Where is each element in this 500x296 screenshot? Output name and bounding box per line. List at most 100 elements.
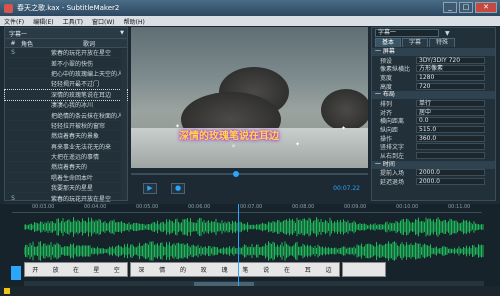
property-row: 像素纵横比 方形像素 (372, 65, 495, 73)
lyric-row[interactable]: 燃烧着春天的 (5, 162, 127, 173)
subtitle-char: 玫 (200, 267, 207, 274)
lyric-row[interactable]: 轻轻揭开最不过门 (5, 79, 127, 90)
row-lyric: 深情的玫瑰笔说在耳边 (51, 91, 112, 99)
lyric-row[interactable]: 大把在遥远的事情 (5, 152, 127, 163)
play-icon: ▶ (147, 184, 153, 192)
lyric-row[interactable]: 把绝情的条云抹在秋面的人 (5, 110, 127, 121)
property-value[interactable]: 2000.0 (416, 177, 485, 185)
ruler-tick: 00:07.00 (240, 204, 263, 210)
timeline: 00:03.00 00:04.00 00:05.00 00:06.00 00:07.00… (0, 204, 500, 296)
property-value[interactable]: 居中 (416, 108, 485, 116)
menu-edit[interactable]: 编辑(E) (33, 17, 53, 26)
menu-bar: 文件(F) 编辑(E) 工具(T) 窗口(W) 帮助(H) (0, 16, 500, 26)
lyric-row[interactable]: 我要那天的星星 (5, 183, 127, 194)
menu-help[interactable]: 帮助(H) (124, 17, 145, 26)
style-select[interactable]: 字幕一 (375, 29, 439, 37)
waveform-right (24, 241, 484, 261)
menu-tools[interactable]: 工具(T) (63, 17, 83, 26)
ruler-tick: 00:05.00 (136, 204, 159, 210)
property-value[interactable]: 3DY/3DIY 720 (416, 56, 485, 64)
property-row: 纵向距 515.0 (372, 125, 495, 134)
property-name: 从右到左 (380, 152, 405, 160)
property-row: 从右到左 (372, 151, 495, 160)
lyric-row[interactable]: 差不小翠的快伤 (5, 58, 127, 69)
lyric-row[interactable]: 把心中的玫瑰编上天空的人 (5, 69, 127, 80)
row-lyric: 我要那天的星星 (51, 185, 94, 193)
menu-file[interactable]: 文件(F) (4, 17, 24, 26)
time-ruler[interactable]: 00:03.00 00:04.00 00:05.00 00:06.00 00:07.00… (12, 204, 482, 213)
status-bar (0, 286, 500, 296)
subtitle-char: 深 (138, 267, 145, 274)
seek-thumb[interactable] (233, 171, 239, 177)
row-lyric: 大把在遥远的事情 (51, 154, 100, 162)
subtitle-char: 情 (159, 267, 166, 274)
property-value[interactable] (416, 151, 485, 159)
timecode: 00:07.22 (333, 184, 360, 192)
marker-icon (4, 288, 10, 294)
row-lyric: 燃烧着春天的景象 (51, 133, 100, 141)
playhead[interactable] (238, 204, 239, 296)
property-value[interactable]: 1280 (416, 73, 485, 81)
ruler-tick: 00:08.00 (292, 204, 315, 210)
subtitle-char: 说 (263, 267, 270, 274)
property-value[interactable]: 360.0 (416, 134, 485, 142)
property-value[interactable]: 方形像素 (416, 65, 485, 73)
property-value[interactable]: 720 (416, 82, 485, 90)
property-section[interactable]: 一 屏幕 (372, 48, 495, 56)
lyric-row[interactable]: 凄凄心我的冰川 (5, 100, 127, 111)
lyric-row[interactable]: S 紫春的玩花开放在星空 (5, 48, 127, 59)
lyric-row[interactable]: 轻轻拉开被秋的窗帘 (5, 121, 127, 132)
maximize-button[interactable]: □ (459, 2, 473, 13)
ruler-tick: 00:11.00 (448, 204, 471, 210)
ruler-tick: 00:03.00 (32, 204, 55, 210)
tab-basic[interactable]: 基本 (375, 38, 402, 47)
subtitle-char: 边 (325, 267, 332, 274)
lyric-row[interactable]: 燃烧着春天的景象 (5, 131, 127, 142)
property-section[interactable]: 一 时间 (372, 160, 495, 169)
subtitle-char: 星 (93, 267, 100, 274)
window-title: 春天之歌.kax - SubtitleMaker2 (17, 4, 120, 12)
dropdown-arrow-icon: ▼ (120, 30, 124, 36)
subtitle-char: 在 (283, 267, 290, 274)
track-select-value: 字幕一 (9, 30, 28, 38)
video-preview[interactable]: ✦ ✦ ✧ ✦ 深情的玫瑰笔说在耳边 (131, 27, 368, 168)
seek-bar[interactable] (131, 171, 368, 177)
lyric-row[interactable]: 唱着生命回本叶 (5, 173, 127, 184)
tab-special[interactable]: 特殊 (429, 38, 456, 47)
menu-window[interactable]: 窗口(W) (92, 17, 115, 26)
ruler-tick: 00:10.00 (396, 204, 419, 210)
subtitle-block[interactable]: 深情的玫瑰笔说在耳边 (130, 262, 340, 277)
subtitle-block[interactable] (342, 262, 386, 277)
play-button[interactable]: ▶ (143, 182, 157, 194)
close-button[interactable]: ✕ (475, 2, 497, 13)
property-value[interactable]: 单行 (416, 100, 485, 108)
property-section[interactable]: 一 布局 (372, 91, 495, 100)
subtitle-track: 开放在星空深情的玫瑰笔说在耳边 (24, 262, 484, 277)
title-bar: 春天之歌.kax - SubtitleMaker2 _ □ ✕ (0, 0, 500, 16)
minimize-button[interactable]: _ (443, 2, 457, 13)
row-lyric: 轻轻揭开最不过门 (51, 81, 100, 89)
property-value[interactable]: 515.0 (416, 125, 485, 133)
subtitle-block[interactable]: 开放在星空 (24, 262, 128, 277)
subtitle-char: 放 (52, 267, 59, 274)
lyric-row[interactable]: 再来事业无法花无的来 (5, 142, 127, 152)
property-row: 延迟退场 2000.0 (372, 177, 495, 186)
lyric-row[interactable]: S 紫春的玩花开放在星空 (5, 193, 127, 204)
lyric-row[interactable]: 深情的玫瑰笔说在耳边 (4, 88, 128, 101)
row-lyric: 把绝情的条云抹在秋面的人 (51, 112, 124, 120)
property-value[interactable] (416, 143, 485, 151)
tab-subtitle[interactable]: 字幕 (402, 38, 429, 47)
property-value[interactable]: 0.0 (416, 117, 485, 125)
vertical-scrollbar[interactable] (121, 49, 127, 200)
row-lyric: 紫春的玩花开放在星空 (51, 50, 112, 58)
record-button[interactable]: ● (171, 182, 185, 194)
volume-level[interactable] (11, 266, 21, 280)
property-row: 竖排文字 (372, 142, 495, 151)
track-select[interactable]: 字幕一 ▼ (5, 28, 127, 39)
dropdown-arrow-icon[interactable]: ▼ (445, 30, 450, 37)
row-lyric: 燃烧着春天的 (51, 164, 88, 172)
property-name: 延迟退场 (380, 178, 405, 186)
column-index: # (10, 39, 16, 47)
property-value[interactable]: 2000.0 (416, 169, 485, 177)
row-lyric: 把心中的玫瑰编上天空的人 (51, 70, 124, 78)
